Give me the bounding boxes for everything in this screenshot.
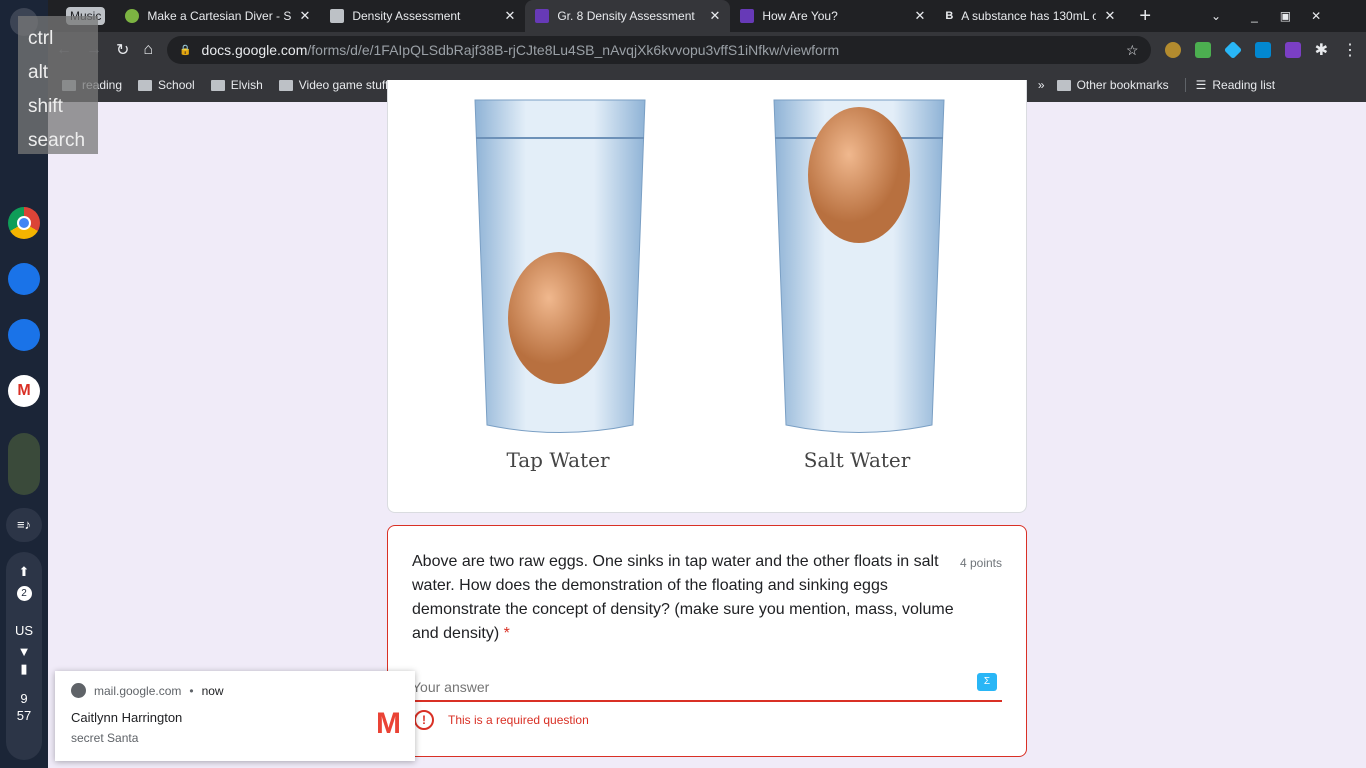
question-text: Above are two raw eggs. One sinks in tap… xyxy=(412,553,954,642)
files-app-icon[interactable] xyxy=(8,263,40,295)
s-extension-icon[interactable] xyxy=(1254,42,1271,58)
tab-favicon xyxy=(330,9,345,23)
gmail-app-icon[interactable]: M xyxy=(8,375,40,407)
other-bookmarks-label: Other bookmarks xyxy=(1076,78,1169,92)
extension-icon[interactable] xyxy=(1164,42,1181,58)
equation-extension-icon[interactable]: Σ xyxy=(977,673,997,691)
clock-minute: 57 xyxy=(16,708,32,723)
tab-favicon xyxy=(125,9,140,23)
bookmark-folder[interactable]: School xyxy=(138,78,195,92)
eggs-in-water-image xyxy=(474,99,945,433)
reading-list-icon: ☰ xyxy=(1195,78,1207,92)
close-tab-icon[interactable]: ✕ xyxy=(1104,8,1115,24)
points-label: 4 points xyxy=(959,556,1002,570)
url: docs.google.com/forms/d/e/1FAIpQLSdbRajf… xyxy=(201,42,840,58)
bookmark-label: Video game stuff xyxy=(298,78,389,92)
close-tab-icon[interactable]: ✕ xyxy=(299,8,310,24)
tab-title: Make a Cartesian Diver - S xyxy=(147,9,292,23)
lock-icon: 🔒 xyxy=(179,44,192,56)
key-search: search xyxy=(28,130,86,151)
reading-list-label: Reading list xyxy=(1212,78,1276,92)
camera-app-icon[interactable] xyxy=(8,319,40,351)
pinned-window-preview[interactable] xyxy=(8,433,40,495)
tab-active[interactable]: Gr. 8 Density Assessment ✕ xyxy=(525,0,731,32)
battery-icon: ▮ xyxy=(20,661,28,676)
folder-icon xyxy=(138,79,153,91)
gmail-logo-icon: M xyxy=(376,707,401,740)
chrome-app-icon[interactable] xyxy=(8,207,40,239)
close-tab-icon[interactable]: ✕ xyxy=(504,8,515,24)
gmail-notification[interactable]: mail.google.com • now Caitlynn Harringto… xyxy=(55,671,415,761)
bookmark-folder[interactable]: Video game stuff xyxy=(278,78,389,92)
chrome-icon xyxy=(71,683,86,698)
reading-list[interactable]: ☰ Reading list xyxy=(1184,78,1276,92)
tab[interactable]: B A substance has 130mL o ✕ xyxy=(935,0,1125,32)
floating-egg xyxy=(808,107,910,243)
reload-button[interactable]: ↻ xyxy=(116,40,129,60)
required-asterisk: * xyxy=(503,625,510,642)
key-overlay: ctrl alt shift search xyxy=(18,16,98,154)
notification-source: mail.google.com xyxy=(94,683,182,698)
key-ctrl: ctrl xyxy=(28,28,54,49)
sinking-egg xyxy=(508,252,610,384)
error-icon: ! xyxy=(414,710,434,730)
tab-title: How Are You? xyxy=(762,9,838,23)
error-message: This is a required question xyxy=(448,713,589,727)
minimize-button[interactable]: _ xyxy=(1251,9,1258,23)
tab-title: Gr. 8 Density Assessment xyxy=(557,9,695,23)
folder-icon xyxy=(210,79,225,91)
address-bar[interactable]: 🔒 docs.google.com/forms/d/e/1FAIpQLSdbRa… xyxy=(167,36,1151,64)
notification-title: Caitlynn Harrington xyxy=(71,710,183,725)
wifi-icon: ▼ xyxy=(17,644,31,659)
key-alt: alt xyxy=(28,62,49,83)
bookmark-folder[interactable]: Elvish xyxy=(210,78,263,92)
input-locale: US xyxy=(14,623,34,638)
tap-water-glass xyxy=(474,99,646,433)
clock-hour: 9 xyxy=(20,691,28,706)
tab[interactable]: How Are You? ✕ xyxy=(730,0,935,32)
forms-icon xyxy=(535,9,550,23)
close-window-button[interactable]: ✕ xyxy=(1311,9,1321,23)
tab-title: A substance has 130mL o xyxy=(961,9,1097,23)
tab[interactable]: Make a Cartesian Diver - S ✕ xyxy=(115,0,320,32)
notification-body: secret Santa xyxy=(71,731,139,745)
upload-icon: ⬆ xyxy=(18,564,30,579)
close-tab-icon[interactable]: ✕ xyxy=(914,8,925,24)
answer-input[interactable] xyxy=(412,674,1002,702)
notification-count-badge: 2 xyxy=(16,586,32,601)
tab-title: Density Assessment xyxy=(352,9,461,23)
diamond-extension-icon[interactable] xyxy=(1223,40,1242,60)
bookmark-label: Elvish xyxy=(230,78,263,92)
toolbar: ← → ↻ ⌂ 🔒 docs.google.com/forms/d/e/1FAI… xyxy=(48,32,1366,68)
forms-icon xyxy=(740,9,755,23)
salt-water-glass xyxy=(773,99,945,433)
media-controls-icon[interactable]: ≡♪ xyxy=(6,508,42,542)
tab[interactable]: Density Assessment ✕ xyxy=(320,0,525,32)
folder-icon xyxy=(278,79,293,91)
salt-water-label: Salt Water xyxy=(803,448,911,472)
flappy-extension-icon[interactable] xyxy=(1194,42,1211,58)
notification-time: now xyxy=(201,683,224,698)
folder-icon xyxy=(1056,79,1071,91)
question-card: Above are two raw eggs. One sinks in tap… xyxy=(387,525,1027,757)
new-tab-button[interactable]: + xyxy=(1139,5,1151,28)
tab-search-icon[interactable]: ⌄ xyxy=(1211,9,1221,23)
menu-icon[interactable]: ⋮ xyxy=(1342,40,1358,60)
more-bookmarks-chevron[interactable]: » xyxy=(1038,78,1045,92)
extensions-puzzle-icon[interactable]: ✱ xyxy=(1315,40,1328,60)
maximize-button[interactable]: ▣ xyxy=(1280,9,1291,23)
key-shift: shift xyxy=(28,96,63,117)
home-button[interactable]: ⌂ xyxy=(143,41,153,59)
status-tray[interactable]: ⬆ 2 US ▼ ▮ 9 57 xyxy=(6,552,42,760)
other-bookmarks[interactable]: Other bookmarks xyxy=(1056,78,1169,92)
close-tab-icon[interactable]: ✕ xyxy=(709,8,720,24)
tap-water-label: Tap Water xyxy=(506,448,610,472)
bookmark-star-icon[interactable]: ☆ xyxy=(1126,42,1139,59)
brainly-icon: B xyxy=(945,10,954,22)
image-card: Tap Water Salt Water xyxy=(387,80,1027,513)
tab-strip: Music Make a Cartesian Diver - S✕ Densit… xyxy=(48,0,1366,32)
rw-extension-icon[interactable] xyxy=(1284,42,1301,58)
bookmark-label: School xyxy=(158,78,195,92)
